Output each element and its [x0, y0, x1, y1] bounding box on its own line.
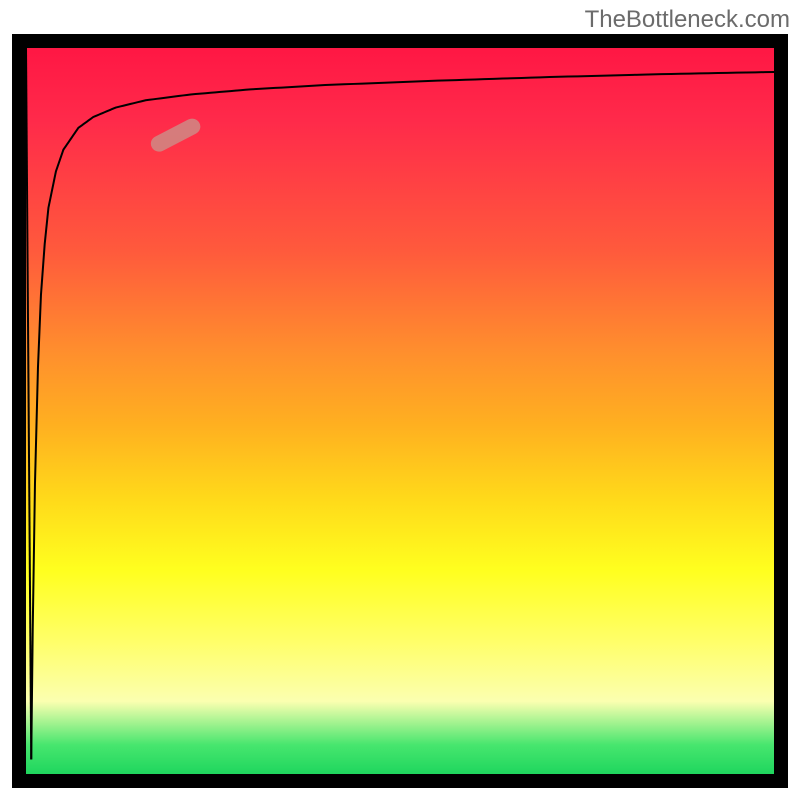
- curve-main: [31, 72, 774, 760]
- curve-down-stroke: [26, 48, 31, 759]
- plot-area: [12, 34, 788, 788]
- frame-right: [774, 34, 788, 788]
- frame-bottom: [12, 774, 788, 788]
- chart-stage: TheBottleneck.com: [0, 0, 800, 800]
- curve-marker-icon: [148, 116, 203, 155]
- frame-left: [12, 34, 26, 788]
- frame-top: [12, 34, 788, 48]
- curve-svg: [26, 48, 774, 774]
- watermark-text: TheBottleneck.com: [585, 6, 790, 34]
